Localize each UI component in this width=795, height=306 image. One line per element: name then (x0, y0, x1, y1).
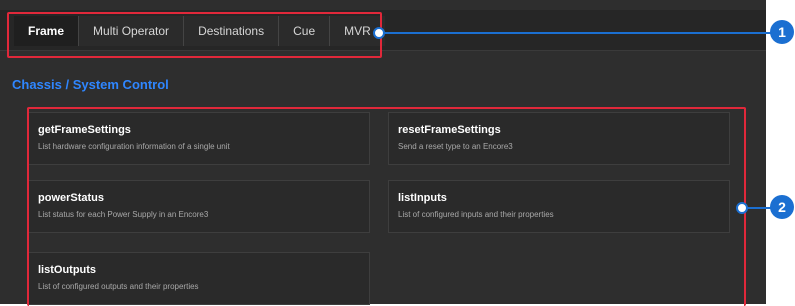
section-title: Chassis / System Control (12, 77, 169, 92)
callout-line-2 (746, 207, 772, 209)
callout-number-1: 1 (770, 20, 794, 44)
callout-box-tabs (7, 12, 382, 58)
callout-dot-1 (373, 27, 385, 39)
callout-box-commands (27, 107, 746, 306)
callout-number-2: 2 (770, 195, 794, 219)
callout-line-1 (382, 32, 772, 34)
callout-dot-2 (736, 202, 748, 214)
